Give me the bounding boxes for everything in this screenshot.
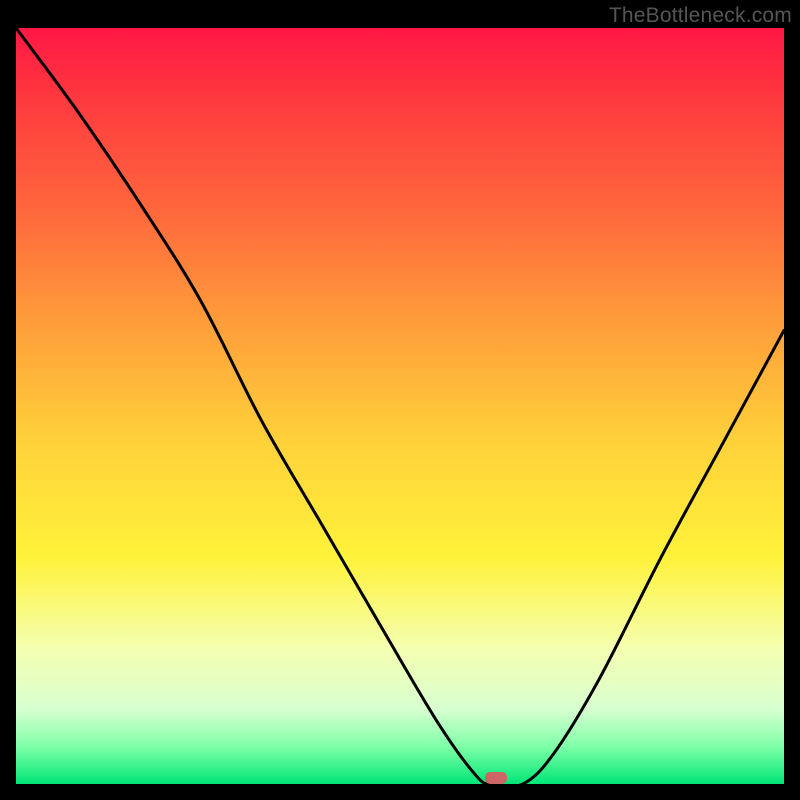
watermark-label: TheBottleneck.com: [609, 4, 792, 28]
optimum-marker: [485, 772, 507, 784]
gradient-background: [16, 28, 784, 784]
bottleneck-curve-plot: [16, 28, 784, 784]
chart-frame: TheBottleneck.com: [0, 0, 800, 800]
plot-outer: [16, 28, 784, 784]
